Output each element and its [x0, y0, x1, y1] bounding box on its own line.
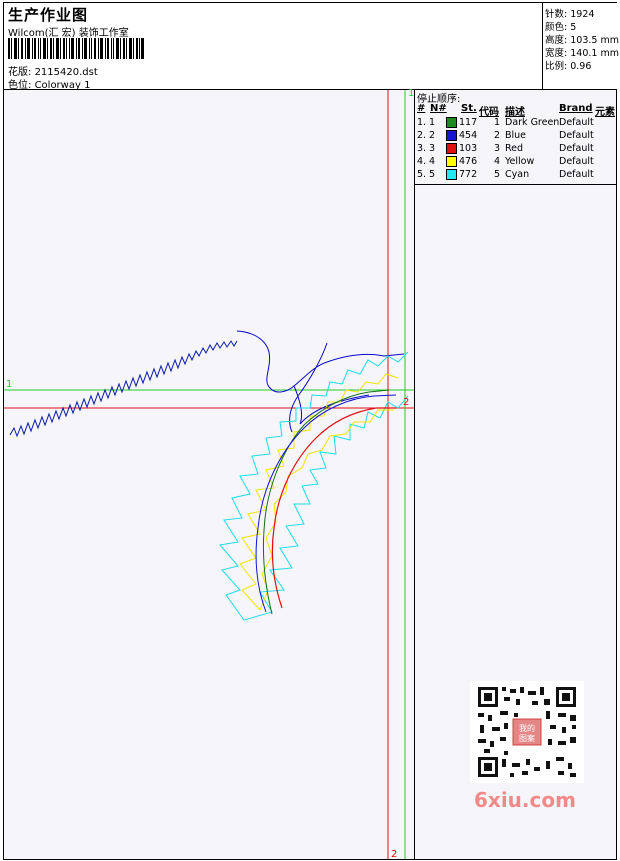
- embroidery-canvas: [4, 90, 414, 859]
- qr-code-image: 我的 图案: [470, 681, 584, 783]
- color-swatch: [446, 143, 457, 154]
- col-index: #: [417, 103, 426, 114]
- stitch-dark-green: [262, 389, 390, 615]
- red-guide-label: 2: [403, 397, 410, 408]
- stat-height: 高度: 103.5 mm: [545, 35, 619, 46]
- stitch-yellow-zigzag-inner: [259, 409, 394, 611]
- green-guide-label: 1: [6, 379, 13, 390]
- color-swatch: [446, 130, 457, 141]
- panel-divider: [415, 184, 616, 185]
- design-preview: 1 2 1 2: [4, 88, 415, 860]
- col-element: 元素: [595, 107, 615, 118]
- stat-colors: 颜色: 5: [545, 22, 577, 33]
- col-code: 代码: [479, 107, 499, 118]
- colorway-line: 色位: Colorway 1: [8, 76, 90, 91]
- header: 生产作业图 Wilcom(汇 宏) 装饰工作室 花版: 2115420.dst …: [4, 3, 619, 91]
- stitch-cyan-zigzag: [219, 351, 409, 621]
- color-swatch: [446, 156, 457, 167]
- color-swatch: [446, 117, 457, 128]
- table-row: 1. 1 117 1 Dark Green Default: [417, 117, 594, 128]
- stitch-blue-curve: [236, 330, 405, 433]
- design-stats: 针数: 1924 颜色: 5 高度: 103.5 mm 宽度: 140.1 mm…: [542, 3, 619, 89]
- bottom-guide-label: 2: [391, 849, 398, 860]
- stat-scale: 比例: 0.96: [545, 61, 592, 72]
- table-row: 4. 4 476 4 Yellow Default: [417, 156, 594, 167]
- color-swatch: [446, 169, 457, 180]
- col-brand: Brand: [559, 103, 593, 114]
- barcode-image: [8, 38, 144, 59]
- col-needle: N#: [430, 103, 447, 114]
- stat-stitches: 针数: 1924: [545, 9, 595, 20]
- top-guide-label: 1: [408, 88, 415, 99]
- qr-stamp-line2: 图案: [519, 733, 535, 743]
- page-title: 生产作业图: [8, 6, 89, 24]
- table-row: 5. 5 772 5 Cyan Default: [417, 169, 594, 180]
- col-description: 描述: [505, 107, 525, 118]
- company-name: Wilcom(汇 宏) 装饰工作室: [8, 28, 129, 39]
- stat-width: 宽度: 140.1 mm: [545, 48, 619, 59]
- table-row: 2. 2 454 2 Blue Default: [417, 130, 594, 141]
- qr-stamp-line1: 我的: [519, 723, 535, 733]
- table-row: 3. 3 103 3 Red Default: [417, 143, 594, 154]
- col-stitches: St.: [461, 103, 477, 114]
- watermark-text: 6xiu.com: [474, 788, 576, 812]
- stitch-dark-blue-zigzag: [9, 340, 238, 438]
